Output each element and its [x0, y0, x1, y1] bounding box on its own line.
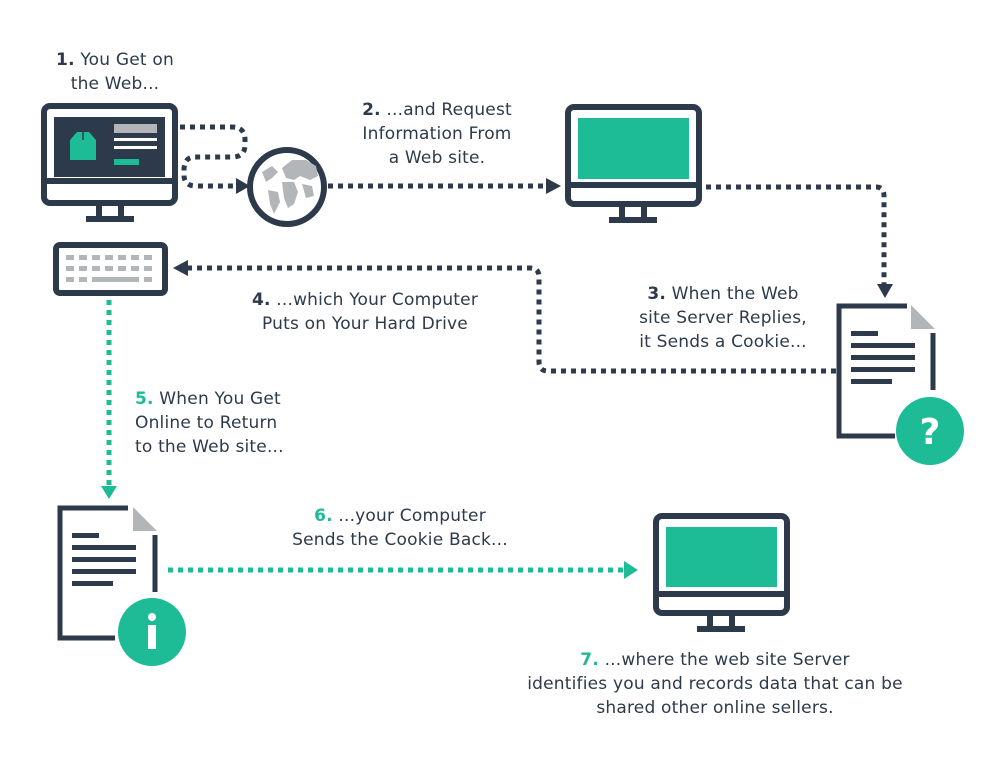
stored-cookie-document-icon: [57, 505, 186, 666]
step-text: Information From: [362, 124, 512, 144]
step-number: 3.: [647, 284, 667, 304]
globe-icon: [247, 147, 327, 227]
connector-server-to-cookie: [706, 184, 887, 284]
step-number: 2.: [362, 100, 381, 120]
step-number: 6.: [314, 506, 333, 526]
arrowhead-to-keyboard: [173, 260, 188, 276]
question-mark: ?: [920, 412, 941, 453]
step-text: site Server Replies,: [639, 308, 807, 328]
step-text: to the Web site...: [135, 437, 284, 457]
step-6-label: 6. ...your Computer Sends the Cookie Bac…: [270, 504, 530, 552]
step-5-label: 5. When You Get Online to Return to the …: [135, 387, 335, 459]
info-badge-icon: [118, 598, 186, 666]
cookie-flow-diagram: ? 1. You Get on the Web... 2. ...and Req…: [0, 0, 1000, 762]
question-badge-icon: ?: [896, 397, 964, 465]
arrowhead-to-final-server: [624, 561, 638, 579]
step-4-label: 4. ...which Your Computer Puts on Your H…: [230, 288, 500, 336]
step-text: ...where the web site Server: [604, 650, 850, 670]
step-number: 1.: [56, 50, 75, 70]
step-3-label: 3. When the Web site Server Replies, it …: [618, 282, 828, 354]
arrowhead-to-stored-cookie: [101, 486, 117, 499]
step-number: 4.: [251, 290, 271, 310]
step-text: Online to Return: [135, 413, 278, 433]
step-number: 7.: [580, 650, 599, 670]
step-text: ...your Computer: [338, 506, 486, 526]
step-text: ...and Request: [386, 100, 512, 120]
step-text: the Web...: [70, 74, 160, 94]
step-text: identifies you and records data that can…: [527, 674, 903, 694]
cookie-document-icon: ?: [836, 303, 964, 465]
step-text: You Get on: [80, 50, 174, 70]
step-text: a Web site.: [388, 148, 486, 168]
step-text: shared other online sellers.: [596, 698, 834, 718]
step-text: When You Get: [159, 389, 281, 409]
package-icon: [70, 132, 96, 160]
step-number: 5.: [135, 389, 154, 409]
step-1-label: 1. You Get on the Web...: [40, 48, 190, 96]
connector-1-to-globe: [180, 124, 248, 189]
step-text: Sends the Cookie Back...: [292, 530, 508, 550]
arrowhead-to-server: [546, 178, 561, 194]
step-7-label: 7. ...where the web site Server identifi…: [480, 648, 950, 720]
step-text: it Sends a Cookie...: [639, 332, 807, 352]
step-text: ...which Your Computer: [276, 290, 479, 310]
web-server-monitor-icon: [565, 104, 702, 223]
user-computer-icon: [41, 103, 178, 222]
step-2-label: 2. ...and Request Information From a Web…: [337, 98, 537, 170]
step-text: Puts on Your Hard Drive: [262, 314, 468, 334]
step-text: When the Web: [671, 284, 799, 304]
keyboard-icon: [53, 242, 168, 296]
arrowhead-to-cookie: [877, 284, 893, 298]
final-server-monitor-icon: [653, 513, 790, 632]
